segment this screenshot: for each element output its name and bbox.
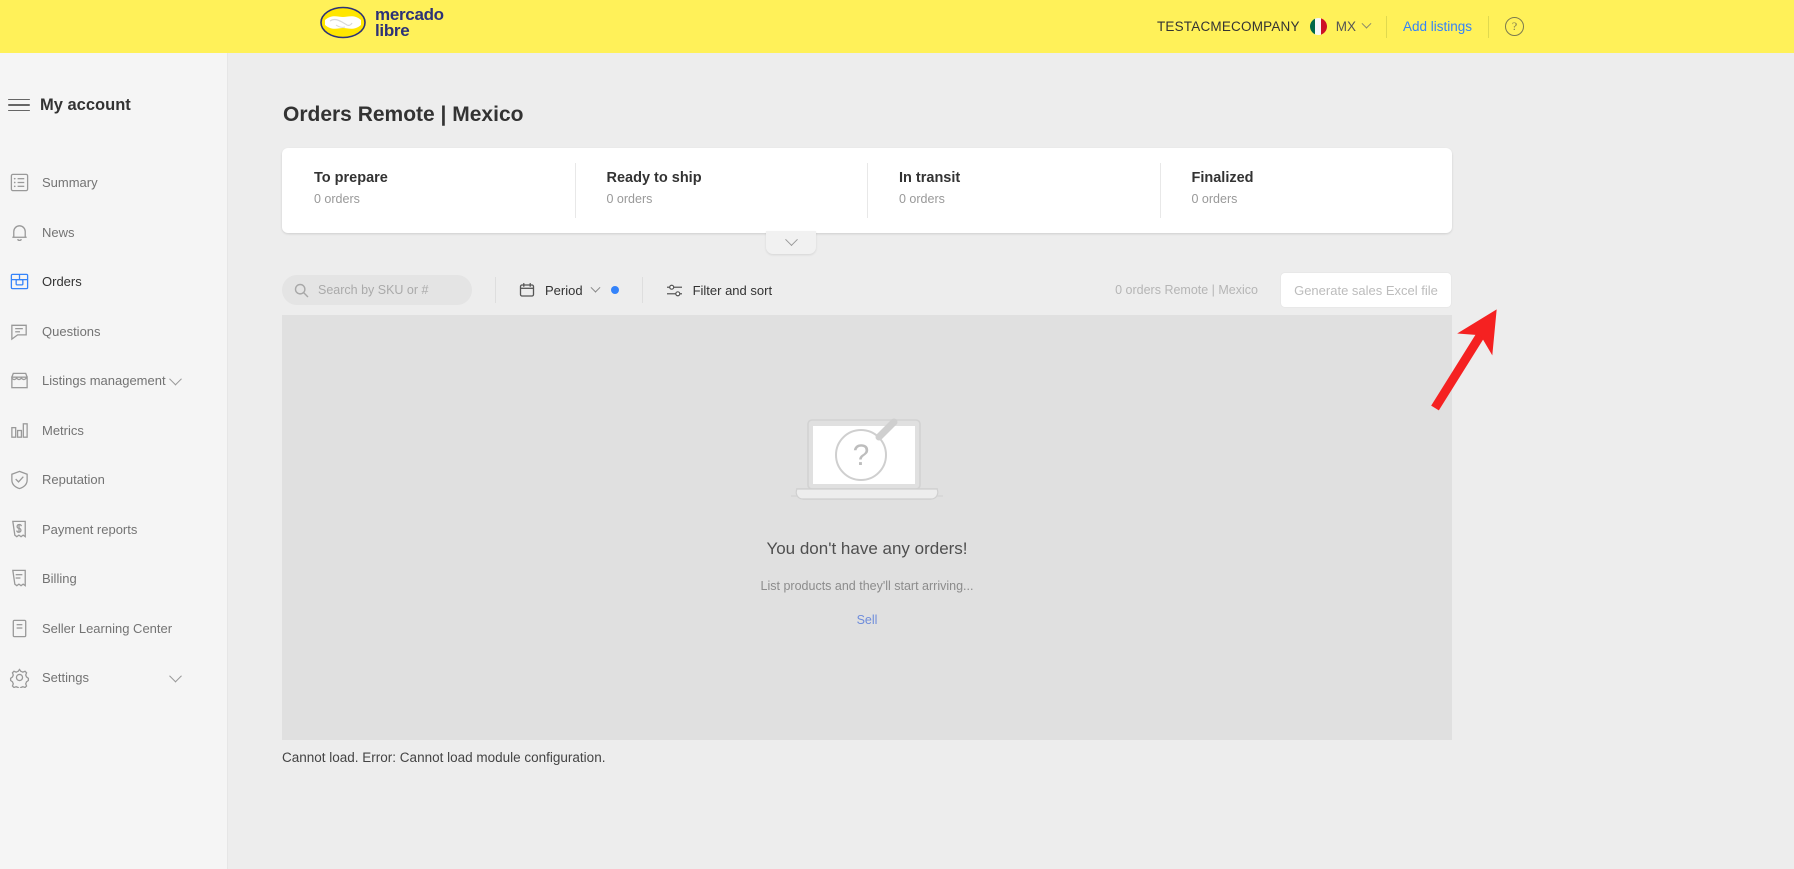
- header-right-group: TESTACMECOMPANY MX Add listings ?: [1157, 0, 1524, 53]
- company-name: TESTACMECOMPANY: [1157, 19, 1300, 34]
- handshake-logo-icon: [320, 6, 366, 39]
- chevron-down-icon: [590, 282, 600, 292]
- invoice-icon: [8, 568, 30, 590]
- sidebar-item-label: Questions: [42, 324, 101, 339]
- sidebar-item-orders[interactable]: Orders: [0, 257, 228, 307]
- page-title: Orders Remote | Mexico: [283, 103, 523, 127]
- error-message: Cannot load. Error: Cannot load module c…: [282, 750, 605, 765]
- empty-state: ? You don't have any orders! List produc…: [282, 407, 1452, 627]
- status-card-finalized[interactable]: Finalized 0 orders: [1160, 148, 1453, 233]
- laptop-magnifier-question-icon: ?: [791, 407, 943, 507]
- sidebar-item-summary[interactable]: Summary: [0, 158, 228, 208]
- sidebar-item-label: Listings management: [42, 373, 166, 388]
- sell-link[interactable]: Sell: [857, 613, 878, 627]
- store-icon: [8, 370, 30, 392]
- top-header: mercado libre TESTACMECOMPANY MX Add lis…: [0, 0, 1794, 53]
- svg-text:?: ?: [853, 439, 870, 472]
- country-selector-label[interactable]: MX: [1336, 19, 1356, 34]
- brand-line-2: libre: [375, 23, 444, 39]
- sidebar-item-label: Settings: [42, 670, 89, 685]
- status-card-count: 0 orders: [899, 192, 1160, 206]
- status-card-to-prepare[interactable]: To prepare 0 orders: [282, 148, 575, 233]
- search-placeholder: Search by SKU or #: [318, 283, 428, 297]
- chevron-down-icon[interactable]: [169, 373, 182, 386]
- sidebar-account-label: My account: [40, 96, 131, 115]
- generate-excel-button[interactable]: Generate sales Excel file: [1280, 272, 1452, 308]
- status-card-title: To prepare: [314, 170, 575, 186]
- bell-icon: [8, 221, 30, 243]
- period-active-indicator: [611, 286, 619, 294]
- sidebar-item-questions[interactable]: Questions: [0, 307, 228, 357]
- orders-box-icon: [8, 271, 30, 293]
- chevron-down-icon[interactable]: [169, 670, 182, 683]
- status-cards-panel: To prepare 0 ordersReady to ship 0 order…: [282, 148, 1452, 233]
- empty-state-subtitle: List products and they'll start arriving…: [761, 579, 974, 593]
- main-content: Orders Remote | Mexico To prepare 0 orde…: [228, 53, 1794, 869]
- gear-icon: [8, 667, 30, 689]
- sidebar-item-label: Metrics: [42, 423, 84, 438]
- status-card-in-transit[interactable]: In transit 0 orders: [867, 148, 1160, 233]
- toolbar-divider-1: [495, 277, 496, 303]
- status-card-count: 0 orders: [1192, 192, 1453, 206]
- mercadolibre-logo[interactable]: mercado libre: [320, 6, 444, 39]
- search-input[interactable]: Search by SKU or #: [282, 275, 472, 305]
- sidebar-item-listings-management[interactable]: Listings management: [0, 356, 228, 406]
- status-card-title: Ready to ship: [607, 170, 868, 186]
- sidebar: My account Summary News Orders Questions…: [0, 53, 228, 869]
- period-label: Period: [545, 283, 583, 298]
- orders-count-label: 0 orders Remote | Mexico: [1115, 283, 1258, 297]
- sidebar-item-billing[interactable]: Billing: [0, 554, 228, 604]
- orders-empty-panel: ? You don't have any orders! List produc…: [282, 315, 1452, 740]
- sliders-icon: [666, 283, 683, 298]
- sidebar-item-label: Seller Learning Center: [42, 621, 172, 636]
- mexico-flag-icon: [1310, 18, 1327, 35]
- list-summary-icon: [8, 172, 30, 194]
- toolbar-right-group: 0 orders Remote | Mexico Generate sales …: [1115, 272, 1452, 308]
- chevron-down-icon[interactable]: [1362, 19, 1372, 29]
- chevron-down-icon: [785, 233, 798, 246]
- status-card-count: 0 orders: [607, 192, 868, 206]
- sidebar-item-label: Orders: [42, 274, 82, 289]
- header-divider-1: [1386, 16, 1387, 38]
- sidebar-item-label: Reputation: [42, 472, 105, 487]
- filter-and-sort-label: Filter and sort: [693, 283, 772, 298]
- calendar-icon: [519, 282, 535, 298]
- empty-state-title: You don't have any orders!: [766, 539, 967, 559]
- header-divider-2: [1488, 16, 1489, 38]
- dollar-receipt-icon: [8, 518, 30, 540]
- add-listings-link[interactable]: Add listings: [1403, 19, 1472, 34]
- period-filter-button[interactable]: Period: [519, 282, 619, 298]
- status-card-title: Finalized: [1192, 170, 1453, 186]
- sidebar-my-account[interactable]: My account: [0, 88, 228, 122]
- sidebar-item-reputation[interactable]: Reputation: [0, 455, 228, 505]
- sidebar-menu: Summary News Orders Questions Listings m…: [0, 158, 228, 703]
- status-card-title: In transit: [899, 170, 1160, 186]
- sidebar-item-label: News: [42, 225, 75, 240]
- hamburger-icon[interactable]: [8, 95, 30, 116]
- bar-chart-icon: [8, 419, 30, 441]
- sidebar-item-label: Payment reports: [42, 522, 137, 537]
- filter-and-sort-button[interactable]: Filter and sort: [666, 283, 772, 298]
- sidebar-item-news[interactable]: News: [0, 208, 228, 258]
- sidebar-item-metrics[interactable]: Metrics: [0, 406, 228, 456]
- sidebar-item-seller-learning-center[interactable]: Seller Learning Center: [0, 604, 228, 654]
- status-card-ready-to-ship[interactable]: Ready to ship 0 orders: [575, 148, 868, 233]
- sidebar-item-label: Billing: [42, 571, 77, 586]
- chat-bubble-icon: [8, 320, 30, 342]
- document-icon: [8, 617, 30, 639]
- orders-toolbar: Search by SKU or # Period Filter and sor: [282, 268, 1452, 312]
- sidebar-item-payment-reports[interactable]: Payment reports: [0, 505, 228, 555]
- collapse-cards-button[interactable]: [766, 231, 816, 254]
- brand-wordmark: mercado libre: [375, 7, 444, 39]
- shield-check-icon: [8, 469, 30, 491]
- toolbar-divider-2: [642, 277, 643, 303]
- help-question-icon[interactable]: ?: [1505, 17, 1524, 36]
- search-icon: [294, 283, 309, 298]
- sidebar-item-settings[interactable]: Settings: [0, 653, 228, 703]
- status-card-count: 0 orders: [314, 192, 575, 206]
- sidebar-item-label: Summary: [42, 175, 98, 190]
